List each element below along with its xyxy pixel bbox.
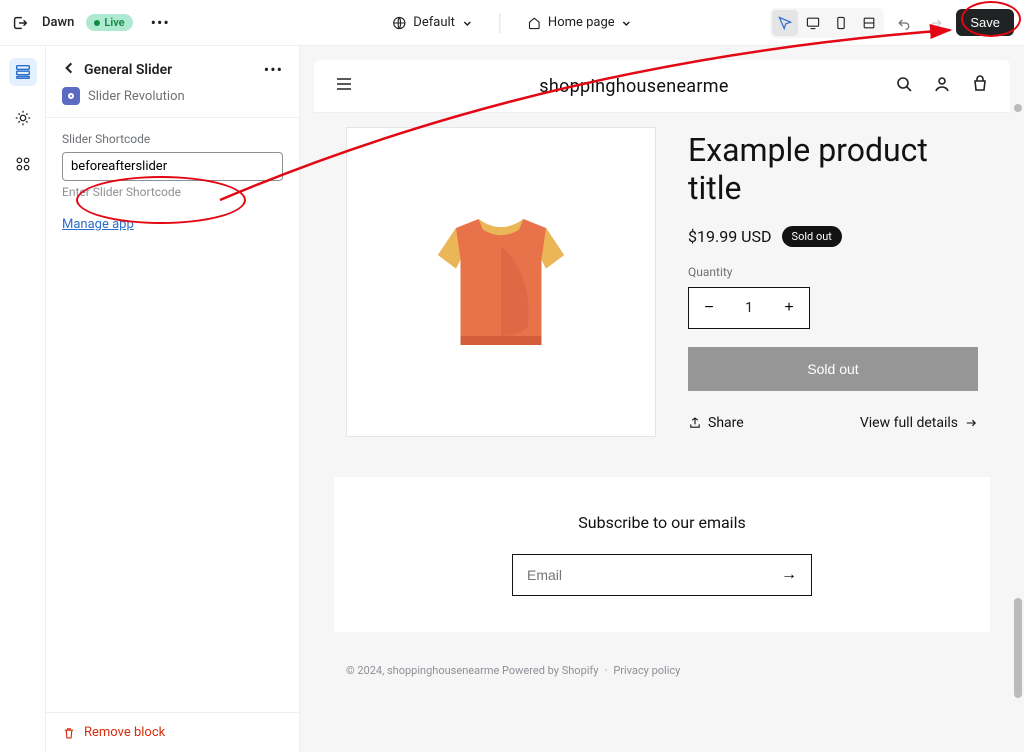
sidebar-panel: General Slider ••• Slider Revolution Sli… [46,46,300,752]
product-price: $19.99 USD [688,227,772,246]
app-icon [62,87,80,105]
shortcode-field-label: Slider Shortcode [62,132,283,146]
page-selector[interactable]: Home page [520,11,639,35]
footer-store-link[interactable]: shoppinghousenearme [387,664,499,677]
soldout-badge: Sold out [782,226,842,247]
quantity-value: 1 [729,288,769,328]
mobile-preview-icon[interactable] [828,10,854,36]
desktop-preview-icon[interactable] [800,10,826,36]
tshirt-icon [411,192,591,372]
account-icon[interactable] [932,74,952,98]
fullscreen-preview-icon[interactable] [856,10,882,36]
share-button[interactable]: Share [688,415,744,431]
sidebar-title: General Slider [84,62,256,78]
email-input[interactable] [513,555,767,595]
remove-block-button[interactable]: Remove block [46,712,299,752]
device-preview-group [770,8,884,38]
page-label: Home page [548,15,615,30]
inspector-toggle-icon[interactable] [772,10,798,36]
remove-block-label: Remove block [84,725,165,740]
privacy-link[interactable]: Privacy policy [613,664,680,677]
chevron-down-icon [461,17,473,29]
manage-app-link[interactable]: Manage app [62,217,283,232]
redo-button [924,11,948,35]
undo-button[interactable] [892,11,916,35]
search-icon[interactable] [894,74,914,98]
email-submit-button[interactable]: → [767,555,811,595]
quantity-stepper: − 1 + [688,287,810,329]
settings-rail-icon[interactable] [9,104,37,132]
subscribe-section: Subscribe to our emails → [334,477,990,632]
add-to-cart-button: Sold out [688,347,978,391]
quantity-increase-button[interactable]: + [769,288,809,328]
trash-icon [62,726,76,740]
locale-label: Default [413,15,455,30]
quantity-label: Quantity [688,265,978,279]
theme-name: Dawn [42,15,74,30]
quantity-decrease-button[interactable]: − [689,288,729,328]
apps-rail-icon[interactable] [9,150,37,178]
product-image [346,127,656,437]
store-header: shoppinghousenearme [314,60,1010,113]
footer: © 2024, shoppinghousenearme Powered by S… [314,644,1010,697]
sidebar-more-button[interactable]: ••• [264,60,283,79]
save-button[interactable]: Save [956,9,1014,36]
live-badge: Live [86,14,132,31]
sections-rail-icon[interactable] [9,58,37,86]
more-actions-button[interactable]: ••• [145,13,176,32]
back-icon[interactable] [62,61,76,79]
locale-selector[interactable]: Default [385,11,479,35]
scrollbar[interactable] [1010,60,1022,738]
topbar: Dawn Live ••• Default Home page [0,0,1024,46]
preview-frame[interactable]: shoppinghousenearme [314,60,1010,738]
shortcode-input[interactable] [62,152,283,181]
arrow-right-icon [964,416,978,430]
shortcode-hint: Enter Slider Shortcode [62,185,283,199]
menu-icon[interactable] [334,74,354,98]
app-name: Slider Revolution [88,89,185,104]
preview-area: shoppinghousenearme [300,46,1024,752]
chevron-down-icon [621,17,633,29]
subscribe-title: Subscribe to our emails [354,513,970,532]
store-name: shoppinghousenearme [374,76,894,97]
product-title: Example product title [688,131,978,208]
left-rail [0,46,46,752]
cart-icon[interactable] [970,74,990,98]
exit-icon[interactable] [10,13,30,33]
view-details-link[interactable]: View full details [860,415,978,431]
share-icon [688,416,702,430]
